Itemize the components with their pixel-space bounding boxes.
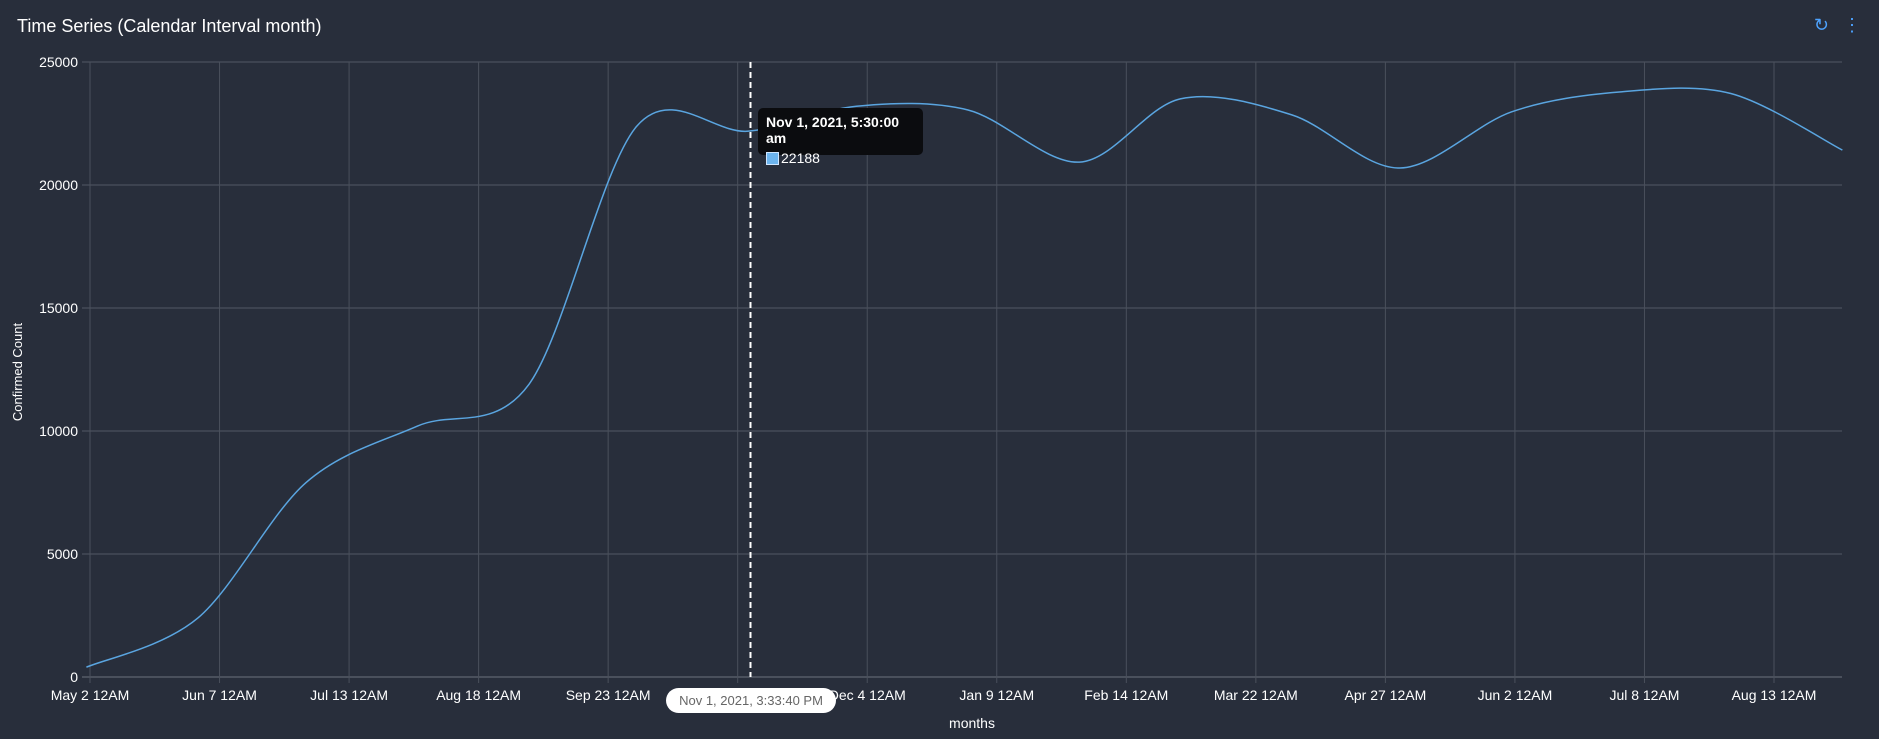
- x-tick-label: Feb 14 12AM: [1084, 687, 1168, 703]
- x-tick-label: Jul 8 12AM: [1609, 687, 1679, 703]
- tooltip-value: 22188: [781, 150, 820, 166]
- x-tick-label: Aug 13 12AM: [1732, 687, 1817, 703]
- y-tick-label: 25000: [39, 54, 78, 70]
- y-tick-label: 10000: [39, 423, 78, 439]
- y-tick-label: 0: [70, 669, 78, 685]
- tooltip: Nov 1, 2021, 5:30:00 am 22188: [758, 108, 923, 166]
- y-tick-label: 5000: [47, 546, 78, 562]
- x-tick-label: Jun 2 12AM: [1478, 687, 1553, 703]
- y-axis-title: Confirmed Count: [10, 322, 25, 421]
- y-tick-label: 15000: [39, 300, 78, 316]
- series-swatch: [766, 151, 779, 165]
- x-tick-label: Jan 9 12AM: [959, 687, 1034, 703]
- line-chart: 0 5000 10000 15000 20000 25000 May 2 12AM Jun 7…: [10, 54, 1843, 731]
- x-axis-title: months: [949, 715, 995, 731]
- x-tick-label: May 2 12AM: [51, 687, 130, 703]
- x-tick-label: Jul 13 12AM: [310, 687, 388, 703]
- x-tick-label: Jun 7 12AM: [182, 687, 257, 703]
- tooltip-title: Nov 1, 2021, 5:30:00 am: [766, 114, 900, 146]
- y-tick-label: 20000: [39, 177, 78, 193]
- series-line: [86, 87, 1843, 668]
- x-tick-label: Dec 4 12AM: [829, 687, 906, 703]
- x-tick-label: Aug 18 12AM: [436, 687, 521, 703]
- x-tick-label: Mar 22 12AM: [1214, 687, 1298, 703]
- crosshair-x-label: Nov 1, 2021, 3:33:40 PM: [666, 688, 836, 713]
- x-tick-label: Apr 27 12AM: [1345, 687, 1427, 703]
- x-tick-label: Sep 23 12AM: [566, 687, 651, 703]
